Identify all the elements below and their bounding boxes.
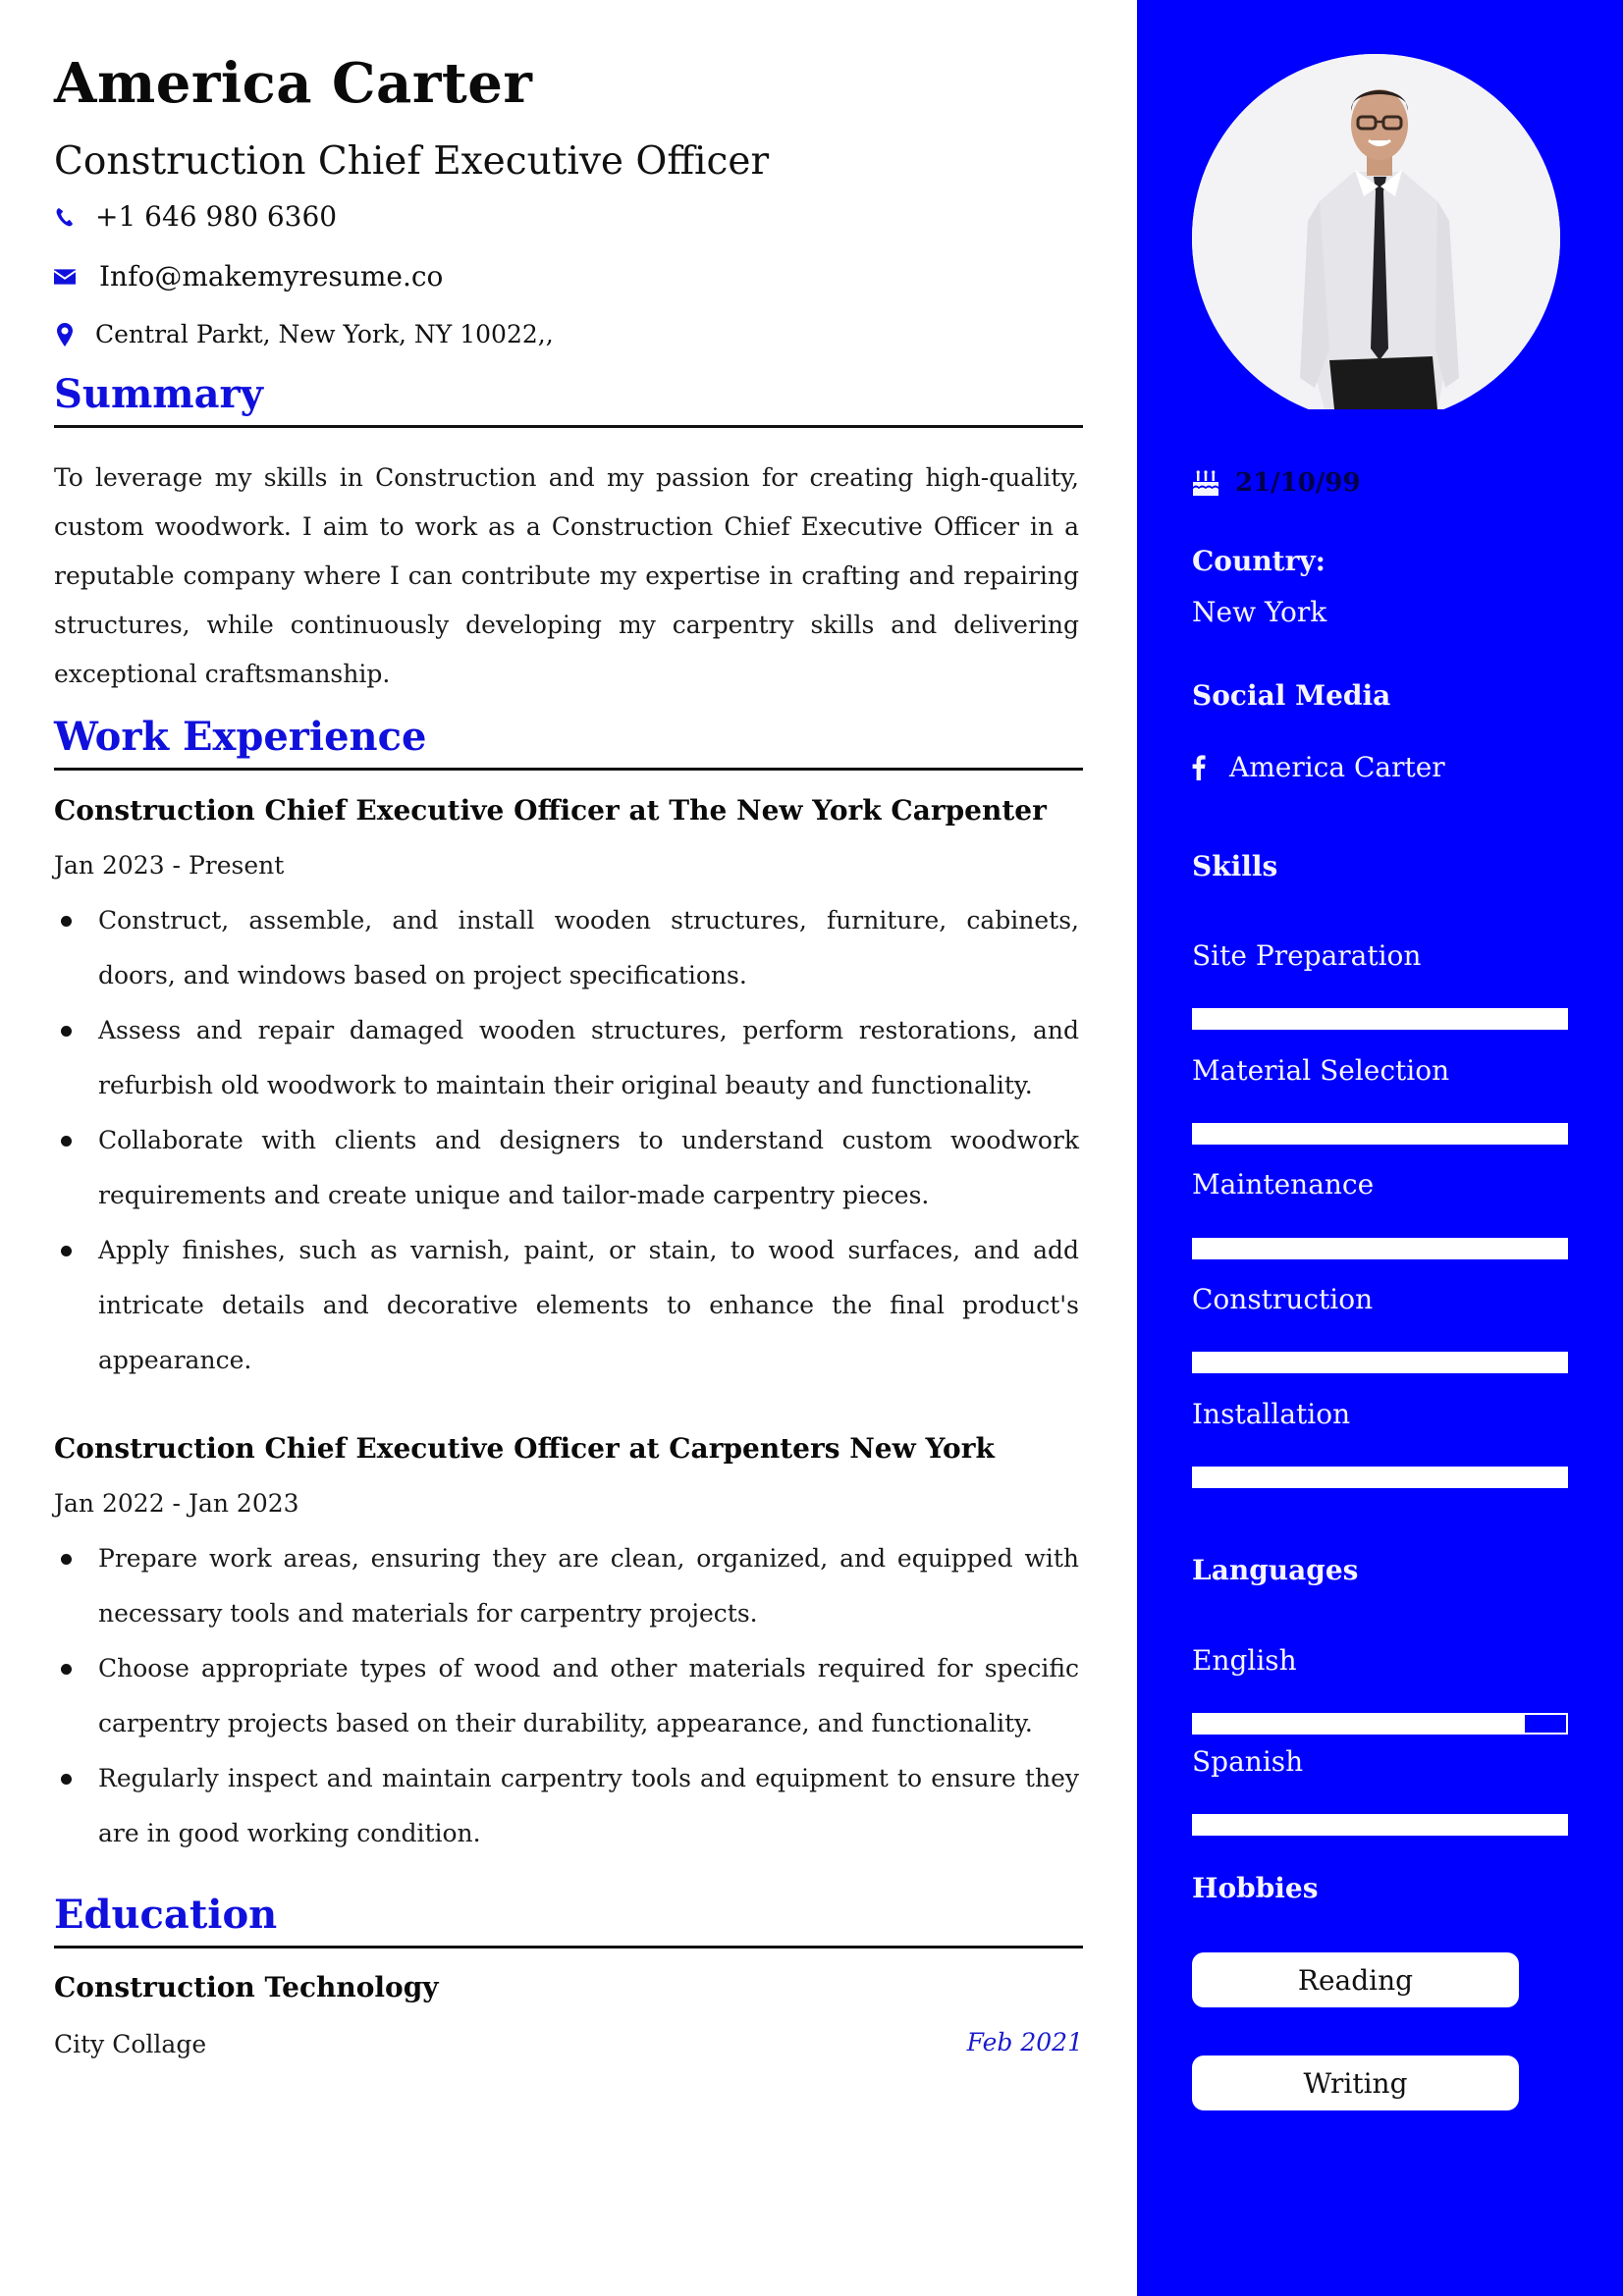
contact-email: Info@makemyresume.co: [54, 260, 443, 293]
hobby-tag: Writing: [1192, 2056, 1519, 2110]
work-entry-dates: Jan 2023 - Present: [54, 851, 285, 880]
language-level-fill: [1194, 1715, 1526, 1733]
bullet-dot-icon: [61, 1774, 72, 1785]
work-bullet-text: Regularly inspect and maintain carpentry…: [98, 1764, 1079, 1847]
work-entry-title: Construction Chief Executive Officer at …: [54, 1432, 995, 1465]
birthday-cake-icon: [1192, 470, 1219, 496]
bullet-dot-icon: [61, 1554, 72, 1565]
language-level-bar: [1192, 1814, 1568, 1836]
address-text: Central Parkt, New York, NY 10022,,: [95, 320, 554, 348]
phone-number: +1 646 980 6360: [95, 200, 338, 233]
social-link-facebook[interactable]: America Carter: [1192, 751, 1445, 783]
bullet-dot-icon: [61, 1664, 72, 1675]
education-degree: Construction Technology: [54, 1971, 439, 2003]
email-address: Info@makemyresume.co: [99, 260, 444, 293]
photo-circle: [1192, 54, 1560, 409]
work-bullet-text: Prepare work areas, ensuring they are cl…: [98, 1544, 1079, 1628]
main-column: America Carter Construction Chief Execut…: [0, 0, 1137, 2296]
social-name: America Carter: [1229, 751, 1445, 783]
skill-name: Construction: [1192, 1283, 1374, 1315]
bullet-dot-icon: [61, 1026, 72, 1037]
work-entry: Construction Chief Executive Officer at …: [54, 791, 1079, 1388]
work-bullet-text: Construct, assemble, and install wooden …: [98, 906, 1079, 989]
work-experience-heading: Work Experience: [54, 714, 1083, 771]
skill-level-fill: [1194, 1010, 1566, 1028]
education-date: Feb 2021: [966, 2028, 1083, 2056]
bullet-dot-icon: [61, 1246, 72, 1256]
envelope-icon: [54, 265, 76, 289]
skill-level-fill: [1194, 1240, 1566, 1257]
work-bullet: Apply finishes, such as varnish, paint, …: [54, 1223, 1079, 1388]
languages-heading: Languages: [1192, 1554, 1359, 1586]
profile-photo: [1192, 54, 1560, 409]
work-entry-dates: Jan 2022 - Jan 2023: [54, 1489, 299, 1518]
skill-level-bar: [1192, 1238, 1568, 1259]
skill-level-fill: [1194, 1125, 1566, 1143]
skill-name: Site Preparation: [1192, 939, 1422, 972]
contact-address: Central Parkt, New York, NY 10022,,: [54, 320, 554, 348]
skill-level-bar: [1192, 1123, 1568, 1145]
bullet-dot-icon: [61, 1136, 72, 1147]
date-of-birth: 21/10/99: [1192, 468, 1361, 498]
hobbies-heading: Hobbies: [1192, 1872, 1319, 1904]
work-bullet-text: Apply finishes, such as varnish, paint, …: [98, 1236, 1079, 1374]
skill-name: Material Selection: [1192, 1054, 1450, 1087]
candidate-name: America Carter: [54, 51, 533, 116]
social-media-heading: Social Media: [1192, 679, 1391, 712]
skill-level-fill: [1194, 1468, 1566, 1486]
work-entry: Construction Chief Executive Officer at …: [54, 1429, 1079, 1861]
skill-level-bar: [1192, 1467, 1568, 1488]
work-bullet-text: Assess and repair damaged wooden structu…: [98, 1016, 1079, 1099]
skill-name: Installation: [1192, 1398, 1351, 1430]
work-bullet: Assess and repair damaged wooden structu…: [54, 1003, 1079, 1113]
skill-level-fill: [1194, 1354, 1566, 1371]
language-level-fill: [1194, 1816, 1566, 1834]
skill-name: Maintenance: [1192, 1168, 1375, 1201]
contact-phone: +1 646 980 6360: [54, 200, 337, 233]
work-bullet-text: Choose appropriate types of wood and oth…: [98, 1654, 1079, 1737]
work-bullet: Choose appropriate types of wood and oth…: [54, 1641, 1079, 1751]
country-label: Country:: [1192, 545, 1325, 577]
bullet-dot-icon: [61, 916, 72, 927]
phone-icon: [54, 205, 76, 229]
work-entry-title: Construction Chief Executive Officer at …: [54, 794, 1047, 827]
sidebar: 21/10/99 Country: New York Social Media …: [1137, 0, 1623, 2296]
person-illustration: [1192, 54, 1560, 409]
work-bullet: Construct, assemble, and install wooden …: [54, 893, 1079, 1003]
work-bullet: Regularly inspect and maintain carpentry…: [54, 1751, 1079, 1861]
summary-text: To leverage my skills in Construction an…: [54, 463, 1079, 688]
education-heading: Education: [54, 1892, 1083, 1949]
work-bullet: Collaborate with clients and designers t…: [54, 1113, 1079, 1223]
facebook-icon: [1192, 754, 1206, 780]
skills-heading: Skills: [1192, 850, 1278, 882]
work-bullet: Prepare work areas, ensuring they are cl…: [54, 1531, 1079, 1641]
skill-level-bar: [1192, 1008, 1568, 1030]
work-entry-bullets: Construct, assemble, and install wooden …: [54, 893, 1079, 1388]
country-value: New York: [1192, 596, 1327, 628]
map-marker-icon: [54, 322, 76, 347]
hobby-tag: Reading: [1192, 1952, 1519, 2007]
work-entry-bullets: Prepare work areas, ensuring they are cl…: [54, 1531, 1079, 1861]
language-name: English: [1192, 1644, 1297, 1677]
language-name: Spanish: [1192, 1745, 1304, 1778]
summary-heading: Summary: [54, 371, 1083, 428]
education-school: City Collage: [54, 2030, 207, 2058]
job-title: Construction Chief Executive Officer: [54, 139, 770, 184]
dob-value: 21/10/99: [1235, 468, 1361, 498]
language-level-bar: [1192, 1713, 1568, 1735]
work-bullet-text: Collaborate with clients and designers t…: [98, 1126, 1079, 1209]
skill-level-bar: [1192, 1352, 1568, 1373]
